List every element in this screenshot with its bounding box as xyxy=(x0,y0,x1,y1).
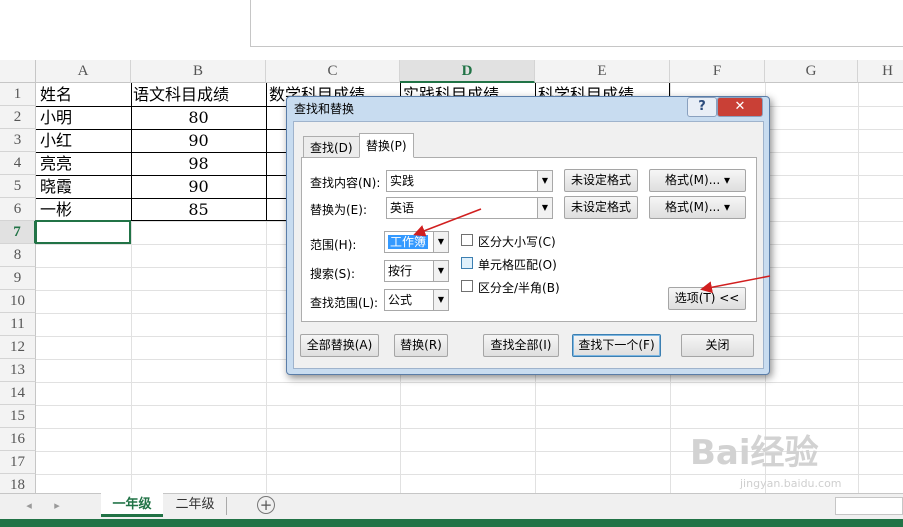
options-button[interactable]: 选项(T) << xyxy=(668,287,746,310)
prev-sheet-icon[interactable]: ◂ xyxy=(20,497,38,515)
match-cell-checkbox[interactable] xyxy=(461,257,473,269)
sheet-tab-2[interactable]: 二年级 xyxy=(165,493,225,517)
cell-b4[interactable]: 98 xyxy=(131,152,266,175)
row-header-7[interactable]: 7 xyxy=(0,221,36,244)
find-dropdown-icon[interactable]: ▼ xyxy=(537,170,553,192)
replace-button[interactable]: 替换(R) xyxy=(394,334,448,357)
table-border xyxy=(131,83,132,220)
cell-b2[interactable]: 80 xyxy=(131,106,266,129)
select-all-corner[interactable] xyxy=(0,60,36,83)
replace-format-button[interactable]: 格式(M)... ▾ xyxy=(649,196,746,219)
gridline xyxy=(36,405,903,406)
active-cell-a7[interactable] xyxy=(35,220,131,244)
find-what-input[interactable]: 实践 xyxy=(386,170,538,192)
row-header-2[interactable]: 2 xyxy=(0,106,36,129)
cell-b3[interactable]: 90 xyxy=(131,129,266,152)
search-label: 搜索(S): xyxy=(310,267,356,281)
search-select[interactable]: 按行 xyxy=(384,260,434,282)
match-case-label: 区分大小写(C) xyxy=(478,235,556,249)
row-header-10[interactable]: 10 xyxy=(0,290,36,313)
within-dropdown-icon[interactable]: ▼ xyxy=(433,231,449,253)
cell-b5[interactable]: 90 xyxy=(131,175,266,198)
gridline xyxy=(858,83,859,493)
column-header-h[interactable]: H xyxy=(858,60,903,83)
replace-with-label: 替换为(E): xyxy=(310,203,367,217)
within-value: 工作簿 xyxy=(388,235,429,249)
status-bar xyxy=(0,519,903,527)
cell-a3[interactable]: 小红 xyxy=(40,129,130,152)
row-header-6[interactable]: 6 xyxy=(0,198,36,221)
cell-b6[interactable]: 85 xyxy=(131,198,266,221)
gridline xyxy=(36,382,903,383)
next-sheet-icon[interactable]: ▸ xyxy=(48,497,66,515)
within-select[interactable]: 工作簿 xyxy=(384,231,434,253)
look-in-dropdown-icon[interactable]: ▼ xyxy=(433,289,449,311)
match-case-checkbox[interactable] xyxy=(461,234,473,246)
dialog-title: 查找和替换 xyxy=(294,102,355,116)
look-in-label: 查找范围(L): xyxy=(310,296,379,310)
row-header-5[interactable]: 5 xyxy=(0,175,36,198)
match-width-label: 区分全/半角(B) xyxy=(478,281,560,295)
find-format-button[interactable]: 格式(M)... ▾ xyxy=(649,169,746,192)
column-header-d[interactable]: D xyxy=(400,60,535,83)
column-header-c[interactable]: C xyxy=(266,60,400,83)
column-header-b[interactable]: B xyxy=(131,60,266,83)
cell-a6[interactable]: 一彬 xyxy=(40,198,130,221)
cell-a2[interactable]: 小明 xyxy=(40,106,130,129)
tab-replace[interactable]: 替换(P) xyxy=(359,133,414,158)
row-header-1[interactable]: 1 xyxy=(0,83,36,106)
find-next-button[interactable]: 查找下一个(F) xyxy=(572,334,661,357)
row-header-15[interactable]: 15 xyxy=(0,405,36,428)
find-what-label: 查找内容(N): xyxy=(310,176,381,190)
table-border xyxy=(266,83,267,220)
find-format-preview: 未设定格式 xyxy=(564,169,638,192)
cell-b1[interactable]: 语文科目成绩 xyxy=(133,83,265,106)
replace-dropdown-icon[interactable]: ▼ xyxy=(537,197,553,219)
row-header-16[interactable]: 16 xyxy=(0,428,36,451)
close-x-button[interactable]: ✕ xyxy=(717,97,763,117)
gridline xyxy=(36,474,903,475)
look-in-select[interactable]: 公式 xyxy=(384,289,434,311)
row-header-14[interactable]: 14 xyxy=(0,382,36,405)
column-header-f[interactable]: F xyxy=(670,60,765,83)
find-all-button[interactable]: 查找全部(I) xyxy=(483,334,559,357)
search-dropdown-icon[interactable]: ▼ xyxy=(433,260,449,282)
match-width-checkbox[interactable] xyxy=(461,280,473,292)
row-header-8[interactable]: 8 xyxy=(0,244,36,267)
cell-a5[interactable]: 晓霞 xyxy=(40,175,130,198)
cell-a1[interactable]: 姓名 xyxy=(40,83,130,106)
column-header-a[interactable]: A xyxy=(36,60,131,83)
within-label: 范围(H): xyxy=(310,238,357,252)
match-cell-label: 单元格匹配(O) xyxy=(478,258,557,272)
row-header-11[interactable]: 11 xyxy=(0,313,36,336)
column-header-g[interactable]: G xyxy=(765,60,858,83)
replace-format-preview: 未设定格式 xyxy=(564,196,638,219)
row-header-9[interactable]: 9 xyxy=(0,267,36,290)
tab-find[interactable]: 查找(D) xyxy=(303,136,360,158)
replace-all-button[interactable]: 全部替换(A) xyxy=(300,334,379,357)
cell-a4[interactable]: 亮亮 xyxy=(40,152,130,175)
horizontal-scrollbar[interactable] xyxy=(835,497,903,515)
column-header-e[interactable]: E xyxy=(535,60,670,83)
row-header-3[interactable]: 3 xyxy=(0,129,36,152)
baidu-watermark: Bai经验 xyxy=(690,433,819,473)
sheet-tab-1[interactable]: 一年级 xyxy=(101,493,163,517)
close-button[interactable]: 关闭 xyxy=(681,334,754,357)
row-header-4[interactable]: 4 xyxy=(0,152,36,175)
add-sheet-icon[interactable]: + xyxy=(257,496,275,514)
help-button[interactable]: ? xyxy=(687,97,717,117)
baidu-watermark-url: jingyan.baidu.com xyxy=(740,477,842,490)
tab-divider xyxy=(226,497,227,515)
row-header-17[interactable]: 17 xyxy=(0,451,36,474)
replace-with-input[interactable]: 英语 xyxy=(386,197,538,219)
row-header-13[interactable]: 13 xyxy=(0,359,36,382)
row-header-12[interactable]: 12 xyxy=(0,336,36,359)
formula-input[interactable] xyxy=(250,0,903,47)
